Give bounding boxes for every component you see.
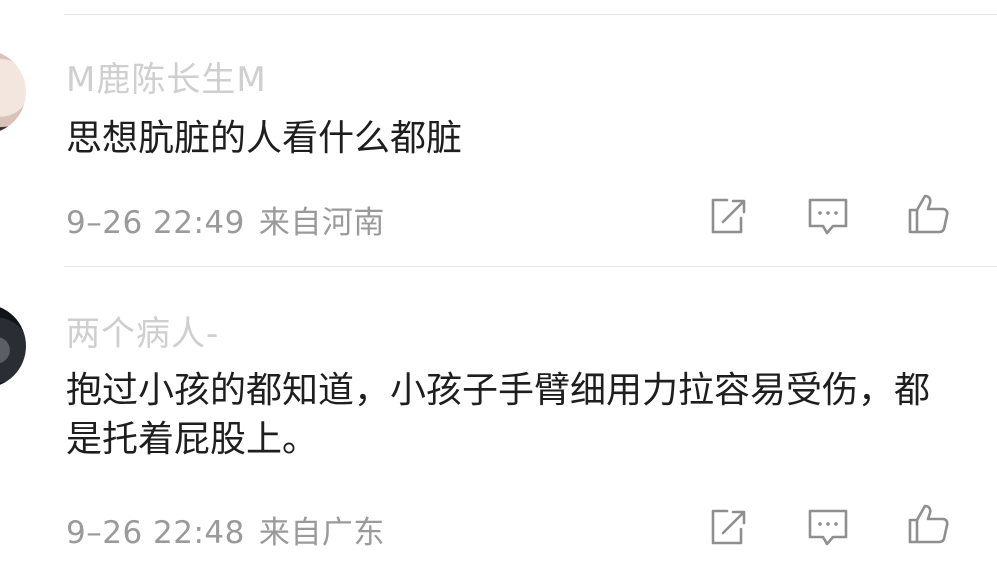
comment-text: 思想肮脏的人看什么都脏 [66, 118, 463, 159]
comment-text: 抱过小孩的都知道，小孩子手臂细用力拉容易受伤，都是托着屁股上。 [66, 370, 931, 460]
share-icon[interactable] [705, 194, 749, 238]
location: 来自广东 [258, 515, 385, 551]
comment-meta: 9–26 22:48 来自广东 [66, 507, 385, 552]
comment-meta: 9–26 22:49 来自河南 [66, 197, 385, 242]
divider [64, 266, 997, 267]
comment-icon[interactable] [806, 505, 850, 549]
username[interactable]: 两个病人- [66, 306, 219, 355]
comment-list: M鹿陈长生M 思想肮脏的人看什么都脏 9–26 22:49 来自河南 两个病人- … [0, 0, 997, 576]
avatar[interactable] [0, 50, 26, 134]
comment-icon[interactable] [806, 194, 850, 238]
avatar[interactable] [0, 304, 26, 388]
timestamp: 9–26 22:49 [66, 205, 245, 241]
username[interactable]: M鹿陈长生M [66, 52, 267, 101]
thumbs-up-icon[interactable] [906, 192, 950, 236]
location: 来自河南 [258, 205, 385, 241]
thumbs-up-icon[interactable] [906, 502, 950, 546]
timestamp: 9–26 22:48 [66, 515, 245, 551]
share-icon[interactable] [705, 505, 749, 549]
divider [64, 14, 997, 15]
